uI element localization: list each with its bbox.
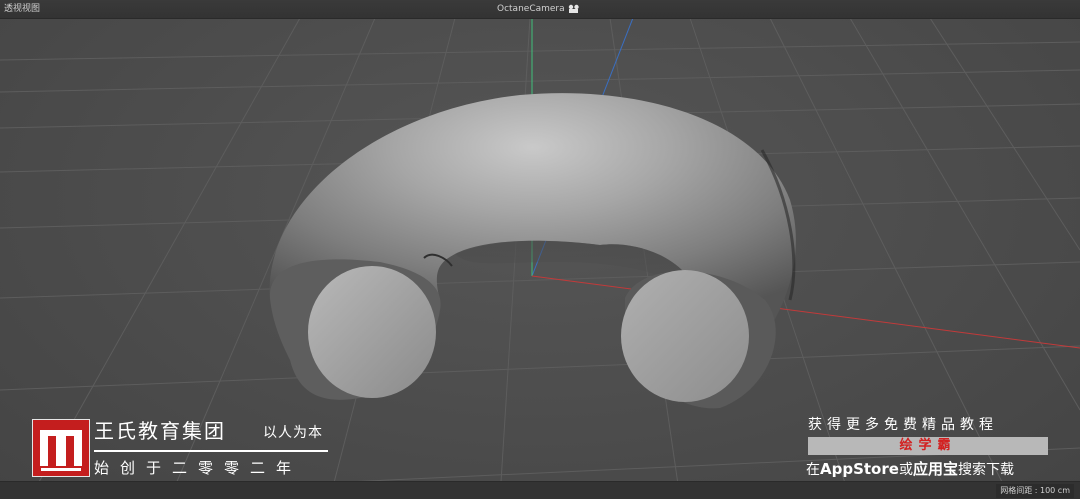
promo-store2: 应用宝 bbox=[912, 460, 958, 478]
x-axis bbox=[531, 275, 1080, 349]
brand-divider bbox=[94, 450, 328, 452]
promo-suffix: 搜索下载 bbox=[957, 462, 1014, 478]
promo-prefix: 在 bbox=[806, 462, 820, 478]
half-torus-object[interactable] bbox=[269, 93, 796, 409]
promo-download-line: 在AppStore或应用宝搜索下载 bbox=[806, 458, 1014, 481]
w-logo-icon bbox=[32, 419, 90, 477]
promo-headline: 获得更多免费精品教程 bbox=[808, 417, 998, 433]
viewport-header: 透视视图 OctaneCamera bbox=[0, 0, 1080, 19]
promo-watermark: 获得更多免费精品教程 绘学霸 在AppStore或应用宝搜索下载 bbox=[806, 414, 1056, 480]
brand-slogan: 以人为本 bbox=[263, 425, 323, 441]
promo-app-name: 绘学霸 bbox=[808, 437, 1048, 455]
viewport-footer: 网格间距 : 100 cm bbox=[0, 481, 1080, 499]
grid-spacing-readout: 网格间距 : 100 cm bbox=[996, 484, 1074, 498]
viewport-title[interactable]: 透视视图 bbox=[4, 0, 40, 18]
octane-camera-icon[interactable] bbox=[568, 4, 580, 14]
brand-founded: 始创于二零零二年 bbox=[94, 459, 303, 477]
promo-or: 或 bbox=[898, 462, 913, 478]
active-camera-label[interactable]: OctaneCamera bbox=[497, 0, 565, 18]
brand-name: 王氏教育集团 bbox=[94, 419, 226, 443]
brand-watermark: 王氏教育集团 以人为本 始创于二零零二年 bbox=[32, 419, 342, 479]
promo-appstore: AppStore bbox=[820, 460, 899, 478]
